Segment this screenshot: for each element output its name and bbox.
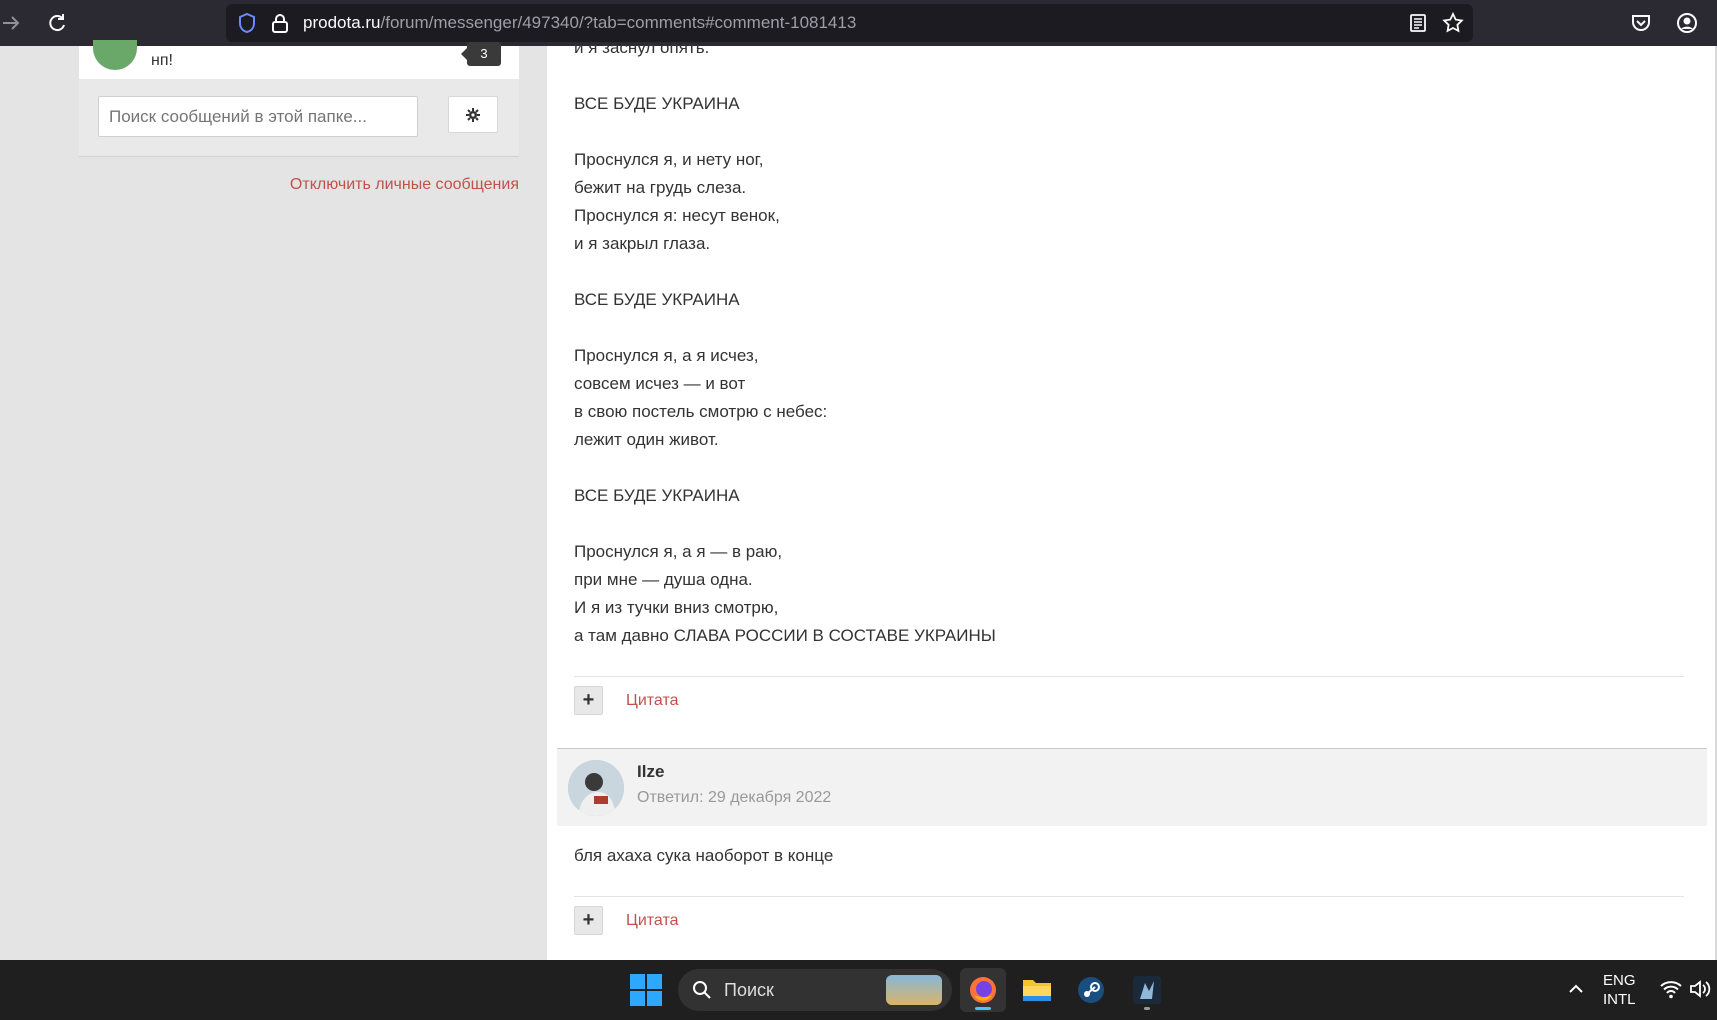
taskbar-search[interactable]: Поиск xyxy=(678,969,952,1011)
post-divider xyxy=(574,896,1684,897)
url-host: prodota.ru xyxy=(303,13,381,32)
account-button[interactable] xyxy=(1670,6,1704,40)
post-line: ВСЕ БУДЕ УКРАИНА xyxy=(574,486,740,505)
reload-button[interactable] xyxy=(40,6,74,40)
quote-link[interactable]: Цитата xyxy=(626,912,679,930)
post-line: ВСЕ БУДЕ УКРАИНА xyxy=(574,94,740,113)
avatar-image xyxy=(568,760,624,816)
post-line: в свою постель смотрю с небес: xyxy=(574,402,828,421)
reply-author[interactable]: Ilze xyxy=(637,762,664,782)
bookmark-star-icon[interactable] xyxy=(1441,11,1465,35)
forward-button[interactable] xyxy=(0,6,28,40)
post-line: совсем исчез — и вот xyxy=(574,374,746,393)
chevron-up-icon[interactable] xyxy=(1565,978,1587,1000)
post-line: а там давно СЛАВА РОССИИ В СОСТАВЕ УКРАИ… xyxy=(574,626,996,645)
taskbar-app-steam[interactable] xyxy=(1068,968,1114,1012)
post-line xyxy=(574,258,996,286)
conversation-item[interactable]: нп! 3 xyxy=(79,40,519,79)
post-line: Проснулся я, и нету ног, xyxy=(574,150,764,169)
url-path: /forum/messenger/497340/?tab=comments#co… xyxy=(380,13,857,32)
post-line: Проснулся я: несут венок, xyxy=(574,206,780,225)
language-code: ENG xyxy=(1603,972,1636,989)
post-line: и я закрыл глаза. xyxy=(574,234,711,253)
gear-icon xyxy=(466,107,480,122)
taskbar-search-label: Поиск xyxy=(724,980,774,1000)
taskbar-app-game[interactable] xyxy=(1124,968,1170,1012)
reaction-button[interactable]: + xyxy=(574,906,603,935)
post-line: Проснулся я, а я исчез, xyxy=(574,346,759,365)
post-line: и я заснул опять. xyxy=(574,38,710,57)
pocket-button[interactable] xyxy=(1624,6,1658,40)
file-explorer-icon xyxy=(1023,980,1051,1001)
post-line: при мне — душа одна. xyxy=(574,570,753,589)
post-line: Проснулся я, а я — в раю, xyxy=(574,542,783,561)
reader-view-icon[interactable] xyxy=(1407,12,1429,34)
steam-icon xyxy=(1078,977,1104,1003)
post-line: лежит один живот. xyxy=(574,430,719,449)
avatar[interactable] xyxy=(568,760,624,816)
game-app-icon xyxy=(1133,976,1161,1004)
open-indicator xyxy=(1144,1007,1150,1010)
forward-icon xyxy=(3,16,20,30)
active-indicator xyxy=(975,1007,991,1010)
reply-body: бля ахаха сука наоборот в конце xyxy=(574,846,834,865)
quote-link[interactable]: Цитата xyxy=(626,692,679,710)
volume-icon[interactable] xyxy=(1688,977,1712,1001)
keyboard-layout: INTL xyxy=(1603,991,1636,1008)
account-icon xyxy=(1677,13,1697,33)
avatar xyxy=(93,40,137,70)
reload-icon xyxy=(49,14,65,32)
post-body: и я заснул опять. ВСЕ БУДЕ УКРАИНА Просн… xyxy=(574,34,996,650)
post-line: бежит на грудь слеза. xyxy=(574,178,747,197)
language-indicator[interactable]: ENG INTL xyxy=(1603,971,1636,1009)
post-line: ВСЕ БУДЕ УКРАИНА xyxy=(574,290,740,309)
reaction-button[interactable]: + xyxy=(574,686,603,715)
url-text[interactable]: prodota.ru/forum/messenger/497340/?tab=c… xyxy=(303,13,856,33)
pocket-icon xyxy=(1632,15,1650,31)
unread-badge: 3 xyxy=(461,42,501,66)
conversation-preview: нп! xyxy=(151,52,173,69)
search-highlight-image xyxy=(886,975,942,1005)
search-icon xyxy=(693,981,711,999)
folder-search-panel xyxy=(79,79,519,157)
disable-pm-link[interactable]: Отключить личные сообщения xyxy=(290,176,519,194)
post-line xyxy=(574,62,996,90)
search-settings-button[interactable] xyxy=(448,96,498,133)
taskbar: Поиск ENG INTL xyxy=(0,960,1717,1020)
post-line xyxy=(574,510,996,538)
post-line xyxy=(574,118,996,146)
post-line xyxy=(574,314,996,342)
wifi-icon[interactable] xyxy=(1659,977,1683,1001)
windows-icon[interactable] xyxy=(630,974,662,1006)
search-input[interactable] xyxy=(98,96,418,137)
shield-icon[interactable] xyxy=(236,12,258,34)
post-line: И я из тучки вниз смотрю, xyxy=(574,598,779,617)
post-line xyxy=(574,454,996,482)
reply-date: Ответил: 29 декабря 2022 xyxy=(637,789,832,806)
firefox-icon xyxy=(970,977,996,1003)
taskbar-app-firefox[interactable] xyxy=(960,968,1006,1012)
reply-header: Ilze Ответил: 29 декабря 2022 xyxy=(557,748,1707,826)
taskbar-app-explorer[interactable] xyxy=(1014,968,1060,1012)
post-divider xyxy=(574,676,1684,677)
conversation-main: и я заснул опять. ВСЕ БУДЕ УКРАИНА Просн… xyxy=(547,38,1717,960)
messenger-sidebar: нп! 3 Отключить личные сообщения xyxy=(0,40,547,960)
lock-icon[interactable] xyxy=(270,12,290,34)
